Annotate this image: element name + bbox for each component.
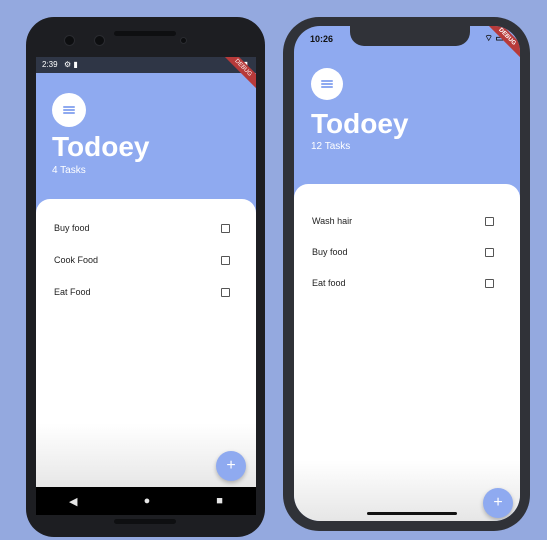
checkbox-empty-icon[interactable] xyxy=(485,216,494,226)
checkbox-empty-icon[interactable] xyxy=(485,278,494,288)
proximity-sensor xyxy=(180,37,187,44)
checkbox-empty-icon[interactable] xyxy=(221,255,230,265)
task-item[interactable]: Buy food xyxy=(312,242,494,262)
add-task-button[interactable]: + xyxy=(483,488,513,518)
home-indicator[interactable] xyxy=(367,512,457,515)
task-item[interactable]: Buy food xyxy=(54,218,230,238)
task-list-card: Wash hair Buy food Eat food xyxy=(294,184,520,521)
task-label: Wash hair xyxy=(312,216,353,226)
android-phone-frame: 2:39 ⚙ ▮ ▾ ▮ DEBUG Todoey 4 Tasks Buy fo… xyxy=(26,17,265,537)
task-count: 12 Tasks xyxy=(311,141,351,152)
back-icon[interactable]: ◀ xyxy=(69,495,77,508)
earpiece-speaker xyxy=(114,31,176,36)
task-label: Buy food xyxy=(312,247,348,257)
task-item[interactable]: Eat food xyxy=(312,273,494,293)
task-label: Buy food xyxy=(54,223,90,233)
add-task-button[interactable]: + xyxy=(216,451,246,481)
android-screen: 2:39 ⚙ ▮ ▾ ▮ DEBUG Todoey 4 Tasks Buy fo… xyxy=(36,57,256,487)
list-avatar xyxy=(311,68,343,100)
status-time: 10:26 xyxy=(310,34,334,44)
task-item[interactable]: Wash hair xyxy=(312,211,494,231)
task-item[interactable]: Cook Food xyxy=(54,250,230,270)
front-sensor xyxy=(94,35,105,46)
android-nav-bar: ◀ ● ■ xyxy=(36,487,256,515)
front-camera xyxy=(64,35,75,46)
checkbox-empty-icon[interactable] xyxy=(221,287,230,297)
recents-icon[interactable]: ■ xyxy=(216,495,223,507)
app-title: Todoey xyxy=(52,131,150,162)
iphone-screen: 10:26 ⌔ ▭ DEBUG Todoey 12 Tasks Wash hai… xyxy=(294,26,520,521)
list-icon xyxy=(63,106,75,114)
status-time: 2:39 xyxy=(42,60,58,69)
task-count: 4 Tasks xyxy=(52,165,86,176)
task-label: Eat Food xyxy=(54,287,91,297)
checkbox-empty-icon[interactable] xyxy=(485,247,494,257)
add-icon: + xyxy=(226,457,236,474)
task-item[interactable]: Eat Food xyxy=(54,282,230,302)
debug-banner: DEBUG xyxy=(218,57,256,93)
checkbox-empty-icon[interactable] xyxy=(221,223,230,233)
status-bar: 2:39 ⚙ ▮ ▾ ▮ DEBUG xyxy=(36,57,256,93)
list-avatar xyxy=(52,93,86,127)
task-label: Eat food xyxy=(312,278,346,288)
task-list-card: Buy food Cook Food Eat Food xyxy=(36,199,256,487)
bottom-speaker xyxy=(114,519,176,524)
task-label: Cook Food xyxy=(54,255,99,265)
iphone-frame: 10:26 ⌔ ▭ DEBUG Todoey 12 Tasks Wash hai… xyxy=(283,17,530,531)
add-icon: + xyxy=(493,494,503,511)
list-icon xyxy=(321,80,333,88)
status-left-icons: ⚙ ▮ xyxy=(64,60,78,69)
app-title: Todoey xyxy=(311,108,409,139)
notch xyxy=(350,26,470,46)
home-icon[interactable]: ● xyxy=(144,495,151,507)
